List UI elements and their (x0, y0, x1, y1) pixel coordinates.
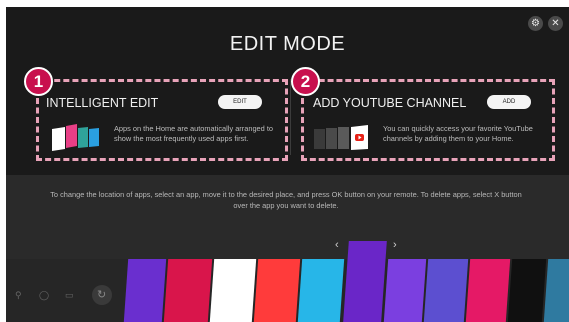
callout-badge-1: 1 (24, 67, 53, 96)
intelligent-edit-description: Apps on the Home are automatically arran… (114, 124, 273, 143)
page-title: EDIT MODE (229, 33, 346, 55)
history-icon: ↻ (97, 289, 107, 301)
settings-button[interactable]: ⚙ (528, 16, 543, 31)
user-icon[interactable]: ◯ (39, 290, 49, 301)
callout-badge-2: 2 (291, 67, 320, 96)
launcher-bar: ⚲ ◯ ▭ ↻ (6, 259, 569, 322)
close-button[interactable]: ✕ (548, 16, 563, 31)
illustration-tile-dark-2 (326, 128, 337, 149)
illustration-tile-teal (78, 127, 88, 148)
app-tile-1[interactable] (123, 259, 167, 322)
app-tile-2[interactable] (163, 259, 213, 322)
illustration-tile-pink (66, 124, 77, 148)
app-tile-9[interactable] (465, 259, 511, 322)
illustration-tile-dark-3 (338, 127, 349, 149)
app-tile-7[interactable] (383, 259, 427, 322)
youtube-illustration (314, 125, 368, 150)
search-icon[interactable]: ⚲ (15, 290, 22, 301)
scroll-right-arrow[interactable]: › (393, 239, 397, 251)
add-button[interactable]: ADD (487, 95, 531, 109)
scroll-left-arrow[interactable]: ‹ (335, 239, 339, 251)
app-tile-4[interactable] (253, 259, 301, 322)
selected-app-tile[interactable] (343, 241, 387, 322)
panel-divider (290, 79, 291, 155)
intelligent-edit-title: INTELLIGENT EDIT (46, 96, 159, 110)
illustration-tile-dark-1 (314, 129, 325, 149)
tv-screen: ⚙ ✕ EDIT MODE 1 INTELLIGENT EDIT EDIT Ap… (6, 7, 569, 322)
input-icon[interactable]: ▭ (65, 290, 74, 301)
intelligent-edit-illustration (52, 124, 99, 151)
add-youtube-title: ADD YOUTUBE CHANNEL (313, 96, 467, 110)
recent-button[interactable]: ↻ (92, 285, 112, 305)
edit-instructions: To change the location of apps, select a… (50, 190, 522, 210)
illustration-tile-blue (89, 128, 99, 147)
app-tile-8[interactable] (423, 259, 469, 322)
app-tile-10[interactable] (507, 259, 547, 322)
app-tile-3[interactable] (209, 259, 257, 322)
gear-icon: ⚙ (531, 18, 540, 29)
app-tile-11[interactable] (543, 259, 569, 322)
add-youtube-description: You can quickly access your favorite You… (383, 124, 533, 143)
instruction-area (6, 175, 569, 263)
app-tile-5[interactable] (297, 259, 345, 322)
edit-button[interactable]: EDIT (218, 95, 262, 109)
close-icon: ✕ (551, 18, 560, 29)
illustration-tile-white (52, 127, 65, 151)
